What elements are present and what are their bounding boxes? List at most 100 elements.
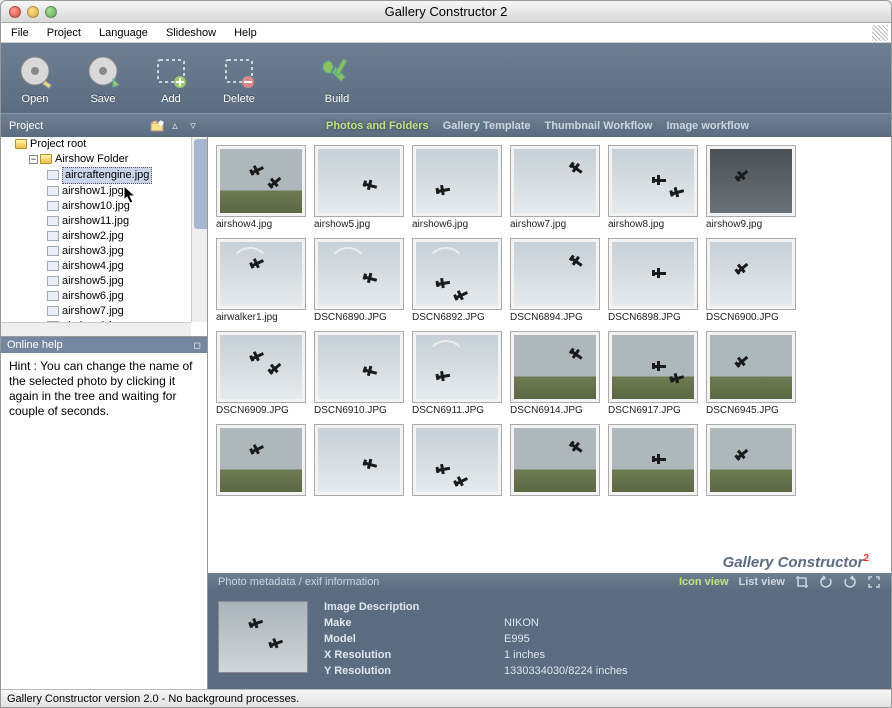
thumbnail-item[interactable]: DSCN6911.JPG	[412, 331, 502, 416]
thumbnail-caption: DSCN6892.JPG	[412, 312, 502, 323]
tree-item[interactable]: airshow3.jpg	[43, 244, 191, 259]
thumbnail-item[interactable]: airshow5.jpg	[314, 145, 404, 230]
thumbnail-item[interactable]: DSCN6914.JPG	[510, 331, 600, 416]
thumbnail-item[interactable]: DSCN6917.JPG	[608, 331, 698, 416]
undo-icon[interactable]	[819, 575, 833, 589]
menu-language[interactable]: Language	[99, 27, 148, 39]
save-label: Save	[90, 93, 115, 105]
metadata-value: NIKON	[504, 617, 704, 631]
thumbnail-item[interactable]: DSCN6894.JPG	[510, 238, 600, 323]
thumbnail-caption: DSCN6945.JPG	[706, 405, 796, 416]
tree-root[interactable]: Project root	[30, 138, 86, 150]
zoom-window-button[interactable]	[45, 6, 57, 18]
tree-item[interactable]: aircraftengine.jpg	[43, 167, 191, 184]
menu-help[interactable]: Help	[234, 27, 257, 39]
tree-scrollbar-vertical[interactable]	[191, 137, 207, 322]
redo-icon[interactable]	[843, 575, 857, 589]
help-header: Online help ◻	[1, 337, 207, 353]
metadata-key: Make	[324, 617, 504, 631]
tree-item[interactable]: airshow11.jpg	[43, 214, 191, 229]
thumbnail-caption: DSCN6898.JPG	[608, 312, 698, 323]
image-icon	[47, 231, 59, 241]
thumbnail-item[interactable]	[510, 424, 600, 498]
thumbnail-item[interactable]: DSCN6898.JPG	[608, 238, 698, 323]
thumbnail-item[interactable]: DSCN6945.JPG	[706, 331, 796, 416]
thumbnail-caption: DSCN6917.JPG	[608, 405, 698, 416]
thumbnail-item[interactable]: airshow7.jpg	[510, 145, 600, 230]
menu-file[interactable]: File	[11, 27, 29, 39]
tree-item[interactable]: airshow1.jpg	[43, 184, 191, 199]
thumbnail-item[interactable]	[608, 424, 698, 498]
help-title: Online help	[7, 339, 63, 351]
open-button[interactable]: Open	[15, 53, 55, 105]
thumbnail-item[interactable]	[706, 424, 796, 498]
metadata-key: Model	[324, 633, 504, 647]
tab-gallery-template[interactable]: Gallery Template	[443, 120, 531, 132]
thumbnail-item[interactable]: DSCN6900.JPG	[706, 238, 796, 323]
thumbnail-item[interactable]: airshow9.jpg	[706, 145, 796, 230]
tab-thumbnail-workflow[interactable]: Thumbnail Workflow	[545, 120, 653, 132]
toolbar: Open Save Add Delete Build	[1, 43, 891, 113]
tree-item[interactable]: airshow5.jpg	[43, 274, 191, 289]
collapse-up-icon[interactable]: ▵	[168, 120, 182, 132]
metadata-key: X Resolution	[324, 649, 504, 663]
build-button[interactable]: Build	[317, 53, 357, 105]
thumbnail-caption: airshow8.jpg	[608, 219, 698, 230]
tree-item[interactable]: airshow4.jpg	[43, 259, 191, 274]
menu-slideshow[interactable]: Slideshow	[166, 27, 216, 39]
status-bar: Gallery Constructor version 2.0 - No bac…	[1, 689, 891, 707]
tree-folder[interactable]: Airshow Folder	[55, 153, 128, 165]
image-icon	[47, 170, 59, 180]
tab-photos-folders[interactable]: Photos and Folders	[326, 120, 429, 132]
save-button[interactable]: Save	[83, 53, 123, 105]
metadata-value: 1 inches	[504, 649, 704, 663]
list-view-button[interactable]: List view	[739, 576, 785, 588]
tab-image-workflow[interactable]: Image workflow	[667, 120, 750, 132]
thumbnail-item[interactable]: DSCN6909.JPG	[216, 331, 306, 416]
thumbnail-caption: airshow7.jpg	[510, 219, 600, 230]
image-icon	[47, 201, 59, 211]
thumbnail-item[interactable]	[314, 424, 404, 498]
minimize-window-button[interactable]	[27, 6, 39, 18]
thumbnail-item[interactable]	[216, 424, 306, 498]
thumbnail-caption: DSCN6909.JPG	[216, 405, 306, 416]
twisty-icon[interactable]: −	[29, 155, 38, 164]
thumbnail-item[interactable]: airshow4.jpg	[216, 145, 306, 230]
tree-scrollbar-horizontal[interactable]	[1, 322, 191, 336]
thumbnail-item[interactable]: DSCN6890.JPG	[314, 238, 404, 323]
tree-item[interactable]: airshow10.jpg	[43, 199, 191, 214]
metadata-value: 1330334030/8224 inches	[504, 665, 704, 679]
thumbnail-item[interactable]: airshow8.jpg	[608, 145, 698, 230]
close-window-button[interactable]	[9, 6, 21, 18]
help-collapse-icon[interactable]: ◻	[194, 340, 201, 351]
tree-item-label: airshow6.jpg	[62, 290, 124, 302]
window-controls	[1, 6, 57, 18]
expand-down-icon[interactable]: ▿	[186, 120, 200, 132]
add-icon	[151, 53, 191, 93]
thumbnail-item[interactable]: DSCN6910.JPG	[314, 331, 404, 416]
thumbnail-item[interactable]: airwalker1.jpg	[216, 238, 306, 323]
project-tree[interactable]: Project root − Airshow Folder aircrafteng…	[1, 137, 207, 337]
menu-project[interactable]: Project	[47, 27, 81, 39]
metadata-key: Image Description	[324, 601, 504, 615]
tree-item-label: airshow2.jpg	[62, 230, 124, 242]
thumbnail-item[interactable]	[412, 424, 502, 498]
tree-item[interactable]: airshow7.jpg	[43, 304, 191, 319]
open-label: Open	[22, 93, 49, 105]
tree-item[interactable]: airshow2.jpg	[43, 229, 191, 244]
thumbnail-item[interactable]: DSCN6892.JPG	[412, 238, 502, 323]
tree-item[interactable]: airshow6.jpg	[43, 289, 191, 304]
metadata-key: Y Resolution	[324, 665, 504, 679]
menu-bar: File Project Language Slideshow Help	[1, 23, 891, 43]
fullscreen-icon[interactable]	[867, 575, 881, 589]
image-icon	[47, 306, 59, 316]
new-folder-icon[interactable]	[150, 120, 164, 132]
delete-button[interactable]: Delete	[219, 53, 259, 105]
thumbnail-item[interactable]: airshow6.jpg	[412, 145, 502, 230]
crop-icon[interactable]	[795, 575, 809, 589]
image-icon	[47, 261, 59, 271]
build-icon	[317, 53, 357, 93]
image-icon	[47, 291, 59, 301]
add-button[interactable]: Add	[151, 53, 191, 105]
icon-view-button[interactable]: Icon view	[679, 576, 729, 588]
